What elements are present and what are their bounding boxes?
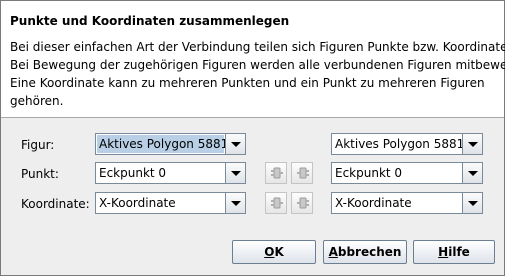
punkt-label: Punkt: (21, 167, 59, 181)
link-koordinate-buttons (265, 192, 314, 214)
right-figur-select[interactable]: Aktives Polygon 58813 (331, 133, 483, 155)
left-koordinate-select[interactable]: X-Koordinate (95, 192, 246, 214)
cancel-button[interactable]: Abbrechen (323, 240, 407, 264)
cancel-label-rest: bbrechen (337, 245, 402, 259)
left-punkt-value: Eckpunkt 0 (99, 166, 167, 180)
right-koordinate-value: X-Koordinate (335, 196, 412, 210)
link-koordinate-right-button[interactable] (291, 192, 313, 214)
dialog-title: Punkte und Koordinaten zusammenlegen (10, 14, 290, 28)
chevron-down-icon[interactable] (462, 193, 482, 213)
left-figur-value: Aktives Polygon 58813 (99, 137, 236, 151)
help-mnemonic: H (438, 245, 449, 259)
dialog: Punkte und Koordinaten zusammenlegen Bei… (0, 0, 505, 276)
left-punkt-select[interactable]: Eckpunkt 0 (95, 162, 246, 184)
right-figur-value: Aktives Polygon 58813 (335, 137, 472, 151)
help-button[interactable]: Hilfe (413, 240, 495, 264)
ok-mnemonic: O (264, 245, 275, 259)
chevron-down-icon[interactable] (225, 163, 245, 183)
link-punkt-right-button[interactable] (291, 162, 313, 184)
link-punkt-left-button[interactable] (265, 162, 287, 184)
cancel-mnemonic: A (328, 245, 338, 259)
plug-right-icon (297, 167, 309, 179)
koordinate-label: Koordinate: (21, 197, 90, 211)
plug-right-icon (297, 197, 309, 209)
chevron-down-icon[interactable] (462, 163, 482, 183)
right-punkt-select[interactable]: Eckpunkt 0 (331, 162, 483, 184)
description-line: Bei Bewegung der zugehörigen Figuren wer… (10, 58, 505, 72)
plug-left-icon (271, 197, 283, 209)
ok-button[interactable]: OK (232, 240, 316, 264)
right-koordinate-select[interactable]: X-Koordinate (331, 192, 483, 214)
link-punkt-buttons (265, 162, 314, 184)
dialog-header: Punkte und Koordinaten zusammenlegen Bei… (1, 1, 505, 118)
chevron-down-icon[interactable] (462, 134, 482, 154)
figur-label: Figur: (21, 138, 55, 152)
description-line: gehören. (10, 94, 64, 108)
plug-left-icon (271, 167, 283, 179)
link-koordinate-left-button[interactable] (265, 192, 287, 214)
left-figur-select[interactable]: Aktives Polygon 58813 (95, 133, 246, 155)
dialog-description: Bei dieser einfachen Art der Verbindung … (10, 38, 505, 110)
chevron-down-icon[interactable] (225, 134, 245, 154)
left-koordinate-value: X-Koordinate (99, 196, 176, 210)
ok-label-rest: K (274, 245, 284, 259)
chevron-down-icon[interactable] (225, 193, 245, 213)
description-line: Bei dieser einfachen Art der Verbindung … (10, 40, 505, 54)
help-label-rest: ilfe (448, 245, 470, 259)
right-punkt-value: Eckpunkt 0 (335, 166, 403, 180)
description-line: Eine Koordinate kann zu mehreren Punkten… (10, 76, 485, 90)
